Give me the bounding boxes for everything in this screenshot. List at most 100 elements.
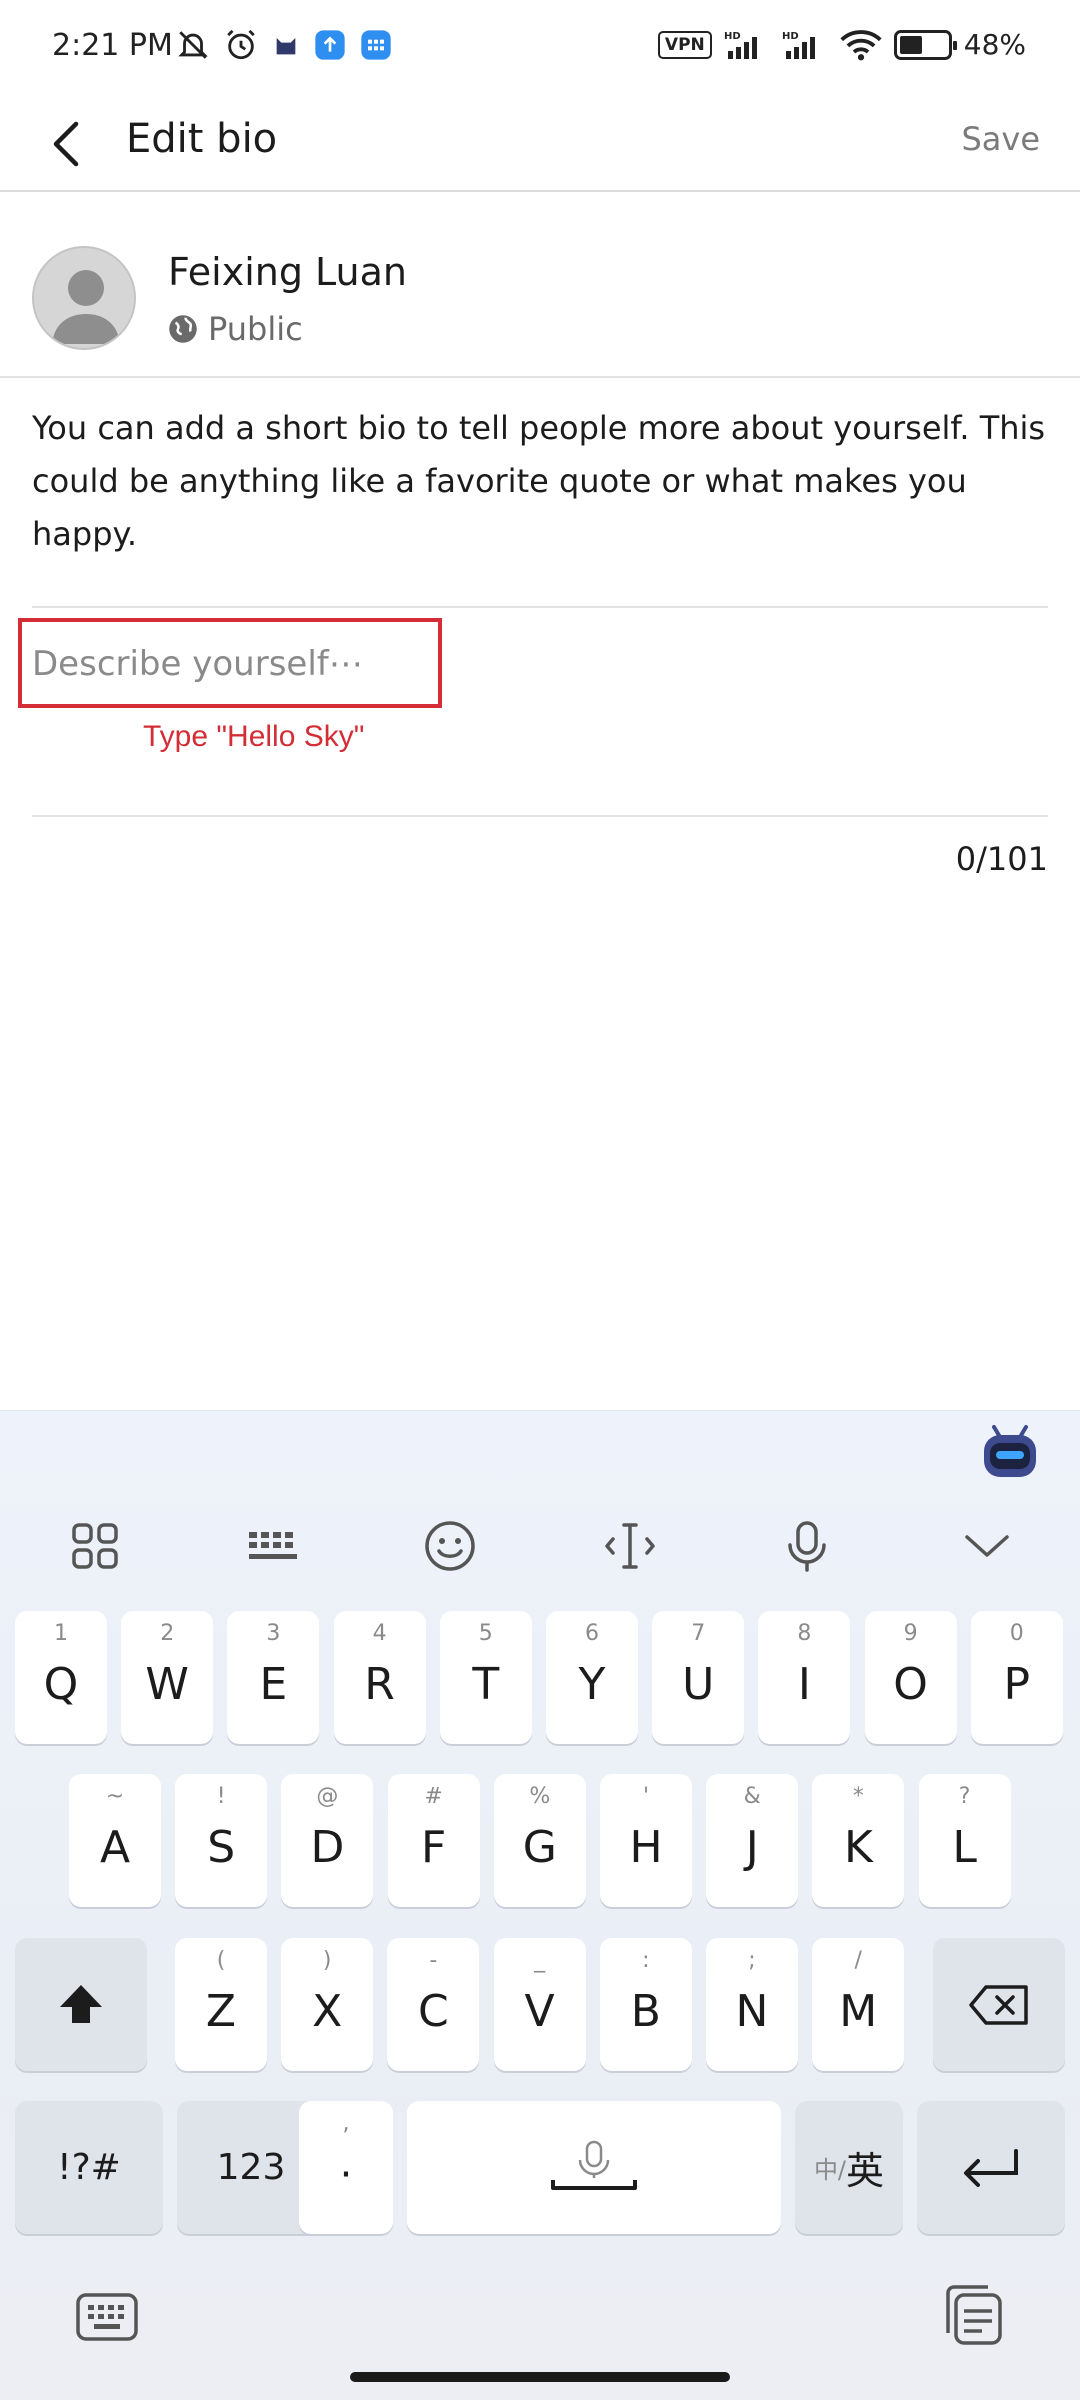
space-key[interactable] bbox=[407, 2101, 781, 2234]
hide-keyboard-button[interactable] bbox=[942, 1501, 1032, 1591]
keyboard-layout-button[interactable] bbox=[228, 1501, 318, 1591]
key-sub-label: & bbox=[743, 1784, 761, 1809]
key-label: S bbox=[207, 1822, 236, 1873]
key-h[interactable]: ' H bbox=[600, 1774, 692, 1907]
key-label: E bbox=[259, 1659, 288, 1710]
key-label: I bbox=[797, 1659, 811, 1710]
key-a[interactable]: ~ A bbox=[69, 1774, 161, 1907]
key-label: B bbox=[630, 1986, 661, 2037]
wifi-icon bbox=[840, 29, 882, 60]
bio-help-text: You can add a short bio to tell people m… bbox=[32, 409, 1046, 553]
key-sub-label: # bbox=[424, 1784, 443, 1809]
key-e[interactable]: 3E bbox=[227, 1611, 320, 1744]
assistant-robot-icon[interactable] bbox=[980, 1421, 1040, 1481]
emoji-button[interactable] bbox=[405, 1501, 495, 1591]
punctuation-key[interactable]: , · bbox=[299, 2101, 393, 2234]
system-status: VPN HD HD 48% bbox=[657, 28, 1026, 61]
numbers-key-label: 123 bbox=[216, 2147, 286, 2188]
clipboard-icon[interactable] bbox=[938, 2281, 1008, 2351]
key-sub-label: _ bbox=[534, 1948, 546, 1973]
battery-icon bbox=[893, 29, 957, 60]
vpn-badge: VPN bbox=[657, 30, 712, 59]
key-label: H bbox=[629, 1822, 663, 1873]
key-b[interactable]: :B bbox=[599, 1938, 692, 2071]
key-j[interactable]: & J bbox=[706, 1774, 799, 1907]
bio-input[interactable] bbox=[32, 636, 1032, 692]
keyboard-toolbar bbox=[0, 1501, 1080, 1591]
key-sub-label: 3 bbox=[266, 1621, 281, 1646]
upload-app-icon bbox=[315, 30, 345, 60]
key-v[interactable]: _ V bbox=[493, 1938, 586, 2071]
key-s[interactable]: ! S bbox=[175, 1774, 268, 1907]
key-sub-label: 9 bbox=[903, 1621, 918, 1646]
key-n[interactable]: ; N bbox=[706, 1938, 798, 2071]
key-q[interactable]: 1Q bbox=[15, 1611, 107, 1744]
signal-hd-icon: HD bbox=[724, 31, 757, 59]
char-count: 0/101 bbox=[955, 840, 1048, 878]
key-w[interactable]: 2W bbox=[121, 1611, 214, 1744]
key-label: P bbox=[1003, 1659, 1031, 1710]
key-label: Z bbox=[205, 1986, 237, 2037]
key-t[interactable]: 5T bbox=[439, 1611, 532, 1744]
enter-key[interactable] bbox=[917, 2101, 1065, 2234]
key-sub-label: ; bbox=[748, 1948, 756, 1973]
key-c[interactable]: -C bbox=[387, 1938, 480, 2071]
key-d[interactable]: @ D bbox=[281, 1774, 374, 1907]
punctuation-key-sub: , bbox=[342, 2111, 350, 2136]
key-label: R bbox=[364, 1659, 395, 1710]
key-label: J bbox=[745, 1822, 759, 1873]
svg-text:HD: HD bbox=[724, 31, 741, 42]
back-button[interactable] bbox=[36, 112, 100, 176]
microphone-icon bbox=[788, 1521, 826, 1572]
home-indicator[interactable] bbox=[350, 2372, 730, 2382]
keyboard-switch-icon[interactable] bbox=[72, 2281, 142, 2351]
key-label: V bbox=[524, 1986, 555, 2037]
key-label: Q bbox=[43, 1659, 79, 1710]
status-bar: 2:21 PM VPN HD HD 48% bbox=[0, 0, 1080, 96]
voice-button[interactable] bbox=[762, 1501, 852, 1591]
key-sub-label: @ bbox=[316, 1784, 339, 1809]
apps-grid-icon bbox=[72, 1523, 118, 1569]
key-o[interactable]: 9O bbox=[864, 1611, 957, 1744]
battery-percent: 48% bbox=[963, 28, 1026, 61]
privacy-indicator: Public bbox=[168, 310, 303, 348]
avatar bbox=[32, 246, 136, 350]
key-r[interactable]: 4R bbox=[333, 1611, 426, 1744]
key-sub-label: 7 bbox=[691, 1621, 706, 1646]
key-f[interactable]: # F bbox=[387, 1774, 480, 1907]
language-switch-big: 英 bbox=[846, 2149, 885, 2193]
key-y[interactable]: 6Y bbox=[546, 1611, 638, 1744]
key-label: N bbox=[735, 1986, 769, 2037]
save-button[interactable]: Save bbox=[961, 120, 1040, 158]
key-z[interactable]: (Z bbox=[175, 1938, 267, 2071]
back-arrow-icon bbox=[53, 121, 79, 167]
cursor-button[interactable] bbox=[585, 1501, 675, 1591]
key-label: F bbox=[420, 1822, 447, 1873]
instruction-annotation: Type "Hello Sky" bbox=[143, 720, 365, 753]
svg-text:HD: HD bbox=[782, 31, 799, 42]
space-mic-icon bbox=[551, 2140, 637, 2190]
key-sub-label: - bbox=[429, 1948, 438, 1973]
key-m[interactable]: / M bbox=[812, 1938, 905, 2071]
key-g[interactable]: % G bbox=[493, 1774, 586, 1907]
key-x[interactable]: ) X bbox=[281, 1938, 374, 2071]
key-sub-label: 6 bbox=[585, 1621, 599, 1646]
key-u[interactable]: 7U bbox=[652, 1611, 745, 1744]
language-switch-key[interactable]: 中/ 英 bbox=[795, 2101, 903, 2234]
key-sub-label: / bbox=[854, 1948, 862, 1973]
key-sub-label: 0 bbox=[1009, 1621, 1024, 1646]
key-label: A bbox=[99, 1822, 131, 1873]
signal-hd-icon-2: HD bbox=[782, 31, 815, 59]
symbols-key[interactable]: !?# bbox=[15, 2101, 163, 2234]
divider bbox=[32, 815, 1048, 817]
key-p[interactable]: 0P bbox=[970, 1611, 1063, 1744]
shift-key[interactable] bbox=[15, 1938, 147, 2071]
key-k[interactable]: * K bbox=[812, 1774, 905, 1907]
key-l[interactable]: ? L bbox=[918, 1774, 1011, 1907]
key-i[interactable]: 8I bbox=[758, 1611, 851, 1744]
key-label: X bbox=[312, 1986, 343, 2037]
key-label: C bbox=[418, 1986, 449, 2037]
shift-icon bbox=[60, 1984, 102, 2023]
backspace-key[interactable] bbox=[933, 1938, 1065, 2071]
apps-grid-button[interactable] bbox=[50, 1501, 140, 1591]
